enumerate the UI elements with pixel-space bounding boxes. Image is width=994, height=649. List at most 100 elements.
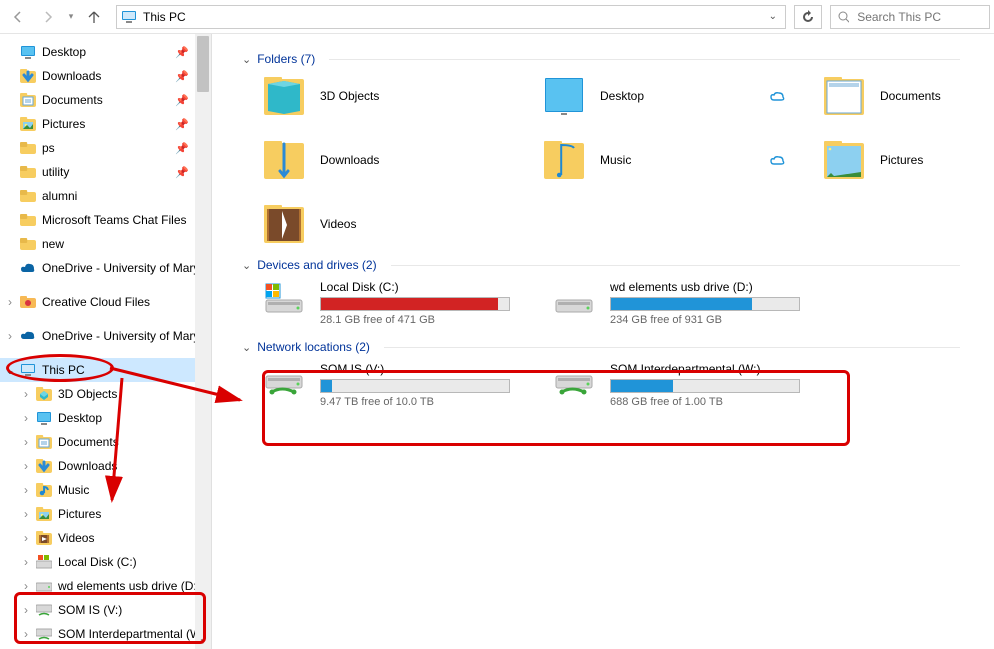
expand-caret-icon[interactable]: ›: [4, 329, 16, 343]
navigation-tree: Desktop 📌 Downloads 📌 Documents 📌 Pictur…: [0, 34, 212, 649]
folder-item[interactable]: Desktop: [542, 76, 822, 116]
tree-item[interactable]: › SOM IS (V:): [0, 598, 211, 622]
up-button[interactable]: [80, 4, 108, 30]
back-button[interactable]: [4, 4, 32, 30]
tree-item[interactable]: utility 📌: [0, 160, 211, 184]
pin-icon: 📌: [175, 70, 189, 83]
capacity-bar: [610, 297, 800, 311]
tree-label: OneDrive - University of Mary: [42, 261, 199, 275]
search-input[interactable]: [855, 9, 983, 25]
folder-icon: [20, 189, 36, 203]
folder-label: 3D Objects: [320, 89, 379, 103]
folder-item[interactable]: Documents: [822, 76, 994, 116]
tree-item-creative-cloud[interactable]: › Creative Cloud Files: [0, 290, 211, 314]
group-header-network[interactable]: ⌄ Network locations (2): [242, 340, 984, 354]
sidebar-scrollbar[interactable]: ▴ ▾: [195, 34, 211, 649]
downloads-icon: [36, 458, 52, 474]
search-box[interactable]: [830, 5, 990, 29]
tree-item[interactable]: › Documents: [0, 430, 211, 454]
pin-icon: 📌: [175, 118, 189, 131]
tree-item[interactable]: › wd elements usb drive (D:): [0, 574, 211, 598]
cloud-status-icon: [770, 90, 786, 102]
expand-caret-icon[interactable]: ›: [20, 531, 32, 545]
documents-icon: [36, 434, 52, 450]
tree-item[interactable]: › Local Disk (C:): [0, 550, 211, 574]
group-title: Network locations (2): [257, 340, 370, 354]
folder-icon: [20, 237, 36, 251]
capacity-bar: [320, 379, 510, 393]
refresh-button[interactable]: [794, 5, 822, 29]
expand-caret-icon[interactable]: ›: [20, 507, 32, 521]
expand-caret-icon[interactable]: ›: [20, 435, 32, 449]
expand-caret-icon[interactable]: ›: [20, 411, 32, 425]
folder-item[interactable]: Downloads: [262, 140, 542, 180]
refresh-icon: [801, 10, 815, 24]
drive-item[interactable]: SOM IS (V:) 9.47 TB free of 10.0 TB: [262, 362, 552, 408]
tree-label: 3D Objects: [58, 387, 117, 401]
usbdisk-icon: [36, 580, 52, 592]
drive-item[interactable]: SOM Interdepartmental (W:) 688 GB free o…: [552, 362, 842, 408]
tree-item[interactable]: › Pictures: [0, 502, 211, 526]
group-header-drives[interactable]: ⌄ Devices and drives (2): [242, 258, 984, 272]
tree-item[interactable]: OneDrive - University of Mary: [0, 256, 211, 280]
tree-item[interactable]: › SOM Interdepartmental (W:): [0, 622, 211, 646]
expand-caret-icon[interactable]: ›: [20, 459, 32, 473]
forward-button[interactable]: [34, 4, 62, 30]
folder-item[interactable]: Videos: [262, 204, 542, 244]
folder-label: Pictures: [880, 153, 923, 167]
downloads-icon: [262, 140, 306, 180]
address-bar[interactable]: This PC ⌄: [116, 5, 786, 29]
capacity-bar: [610, 379, 800, 393]
tree-item[interactable]: ps 📌: [0, 136, 211, 160]
tree-label: Pictures: [58, 507, 101, 521]
chevron-down-icon: ⌄: [242, 341, 251, 354]
desktop-icon: [20, 45, 36, 59]
folder-label: Videos: [320, 217, 356, 231]
folder-item[interactable]: 3D Objects: [262, 76, 542, 116]
arrow-up-icon: [86, 9, 102, 25]
folder-item[interactable]: Music: [542, 140, 822, 180]
folder-icon: [20, 165, 36, 179]
expand-caret-icon[interactable]: ›: [20, 579, 32, 593]
scroll-thumb[interactable]: [197, 36, 209, 92]
3d-icon: [36, 386, 52, 402]
expand-caret-icon[interactable]: ›: [4, 295, 16, 309]
tree-item[interactable]: › Desktop: [0, 406, 211, 430]
address-history-dropdown[interactable]: ⌄: [769, 11, 777, 22]
videos-icon: [262, 204, 306, 244]
tree-item[interactable]: alumni: [0, 184, 211, 208]
pin-icon: 📌: [175, 94, 189, 107]
tree-item-onedrive[interactable]: › OneDrive - University of Maryl: [0, 324, 211, 348]
tree-label: alumni: [42, 189, 77, 203]
creative-cloud-icon: [20, 295, 36, 309]
tree-item[interactable]: › Videos: [0, 526, 211, 550]
expand-caret-icon[interactable]: ›: [20, 387, 32, 401]
tree-item[interactable]: › Downloads: [0, 454, 211, 478]
tree-item[interactable]: Downloads 📌: [0, 64, 211, 88]
netdrive-icon: [552, 362, 596, 400]
expand-caret-icon[interactable]: ›: [20, 627, 32, 641]
tree-item[interactable]: Desktop 📌: [0, 40, 211, 64]
tree-item[interactable]: Pictures 📌: [0, 112, 211, 136]
recent-locations-dropdown[interactable]: ▾: [64, 4, 78, 30]
scroll-down-icon[interactable]: ▾: [195, 633, 211, 649]
tree-item[interactable]: Documents 📌: [0, 88, 211, 112]
expand-caret-icon[interactable]: ›: [20, 603, 32, 617]
collapse-caret-icon[interactable]: ⌄: [4, 363, 16, 377]
drive-free-text: 234 GB free of 931 GB: [610, 314, 800, 326]
tree-item[interactable]: › Music: [0, 478, 211, 502]
group-header-folders[interactable]: ⌄ Folders (7): [242, 52, 984, 66]
tree-item[interactable]: Microsoft Teams Chat Files: [0, 208, 211, 232]
pictures-icon: [822, 140, 866, 180]
drive-item[interactable]: wd elements usb drive (D:) 234 GB free o…: [552, 280, 842, 326]
expand-caret-icon[interactable]: ›: [20, 483, 32, 497]
pin-icon: 📌: [175, 46, 189, 59]
search-icon: [837, 10, 849, 24]
expand-caret-icon[interactable]: ›: [20, 555, 32, 569]
tree-item-this-pc[interactable]: ⌄ This PC: [0, 358, 211, 382]
arrow-right-icon: [40, 9, 56, 25]
tree-item[interactable]: › 3D Objects: [0, 382, 211, 406]
drive-item[interactable]: Local Disk (C:) 28.1 GB free of 471 GB: [262, 280, 552, 326]
tree-item[interactable]: new: [0, 232, 211, 256]
folder-item[interactable]: Pictures: [822, 140, 994, 180]
